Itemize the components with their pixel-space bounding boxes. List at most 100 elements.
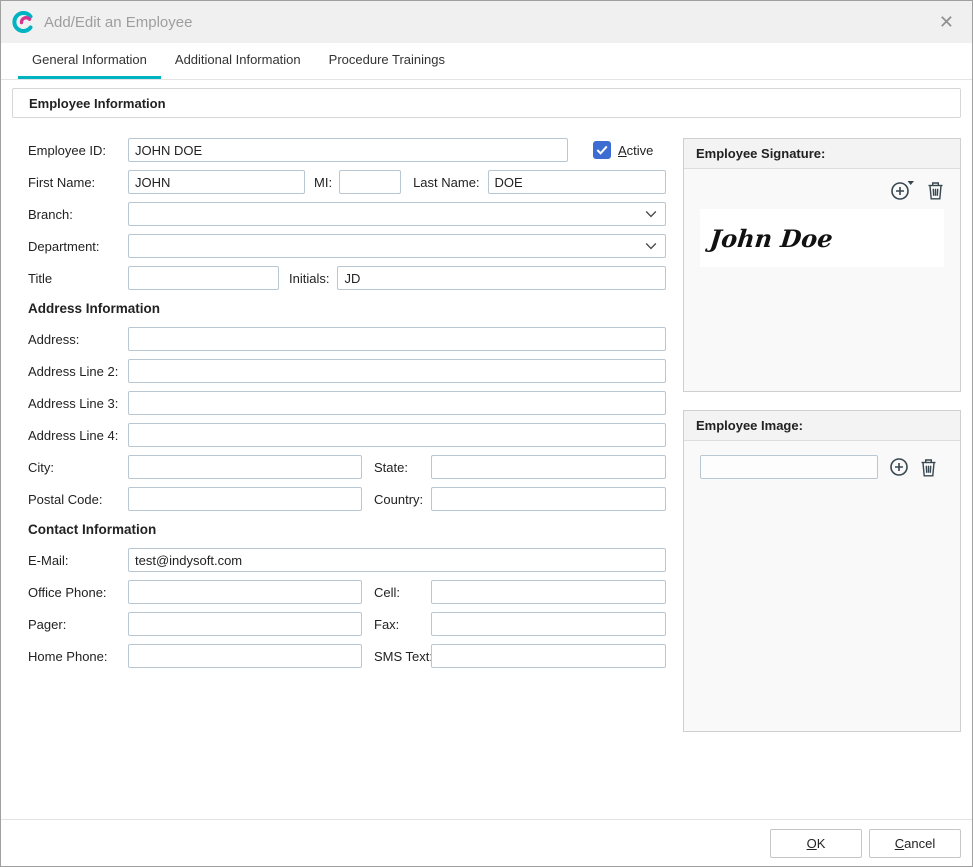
right-panels: Employee Signature: (683, 138, 961, 732)
employee-information-header: Employee Information (12, 88, 961, 118)
department-label: Department: (28, 239, 128, 254)
name-row: First Name: MI: Last Name: (28, 170, 666, 194)
initials-input[interactable] (337, 266, 666, 290)
branch-row: Branch: (28, 202, 666, 226)
pager-input[interactable] (128, 612, 362, 636)
state-label: State: (374, 460, 431, 475)
signature-display-area: John Doe (700, 209, 944, 267)
state-input[interactable] (431, 455, 666, 479)
title-input[interactable] (128, 266, 279, 290)
image-filename-input[interactable] (700, 455, 878, 479)
city-state-row: City: State: (28, 455, 666, 479)
active-label: Active (618, 143, 653, 158)
address2-row: Address Line 2: (28, 359, 666, 383)
image-toolbar (684, 441, 960, 479)
ok-button[interactable]: OK (770, 829, 862, 858)
signature-text: John Doe (708, 224, 834, 253)
branch-label: Branch: (28, 207, 128, 222)
title-bar: Add/Edit an Employee ✕ (1, 1, 972, 43)
email-row: E-Mail: (28, 548, 666, 572)
employee-image-header: Employee Image: (684, 411, 960, 441)
address4-row: Address Line 4: (28, 423, 666, 447)
title-label: Title (28, 271, 128, 286)
address3-input[interactable] (128, 391, 666, 415)
cell-label: Cell: (374, 585, 431, 600)
first-name-label: First Name: (28, 175, 128, 190)
cell-input[interactable] (431, 580, 666, 604)
signature-toolbar (684, 169, 960, 201)
employee-id-label: Employee ID: (28, 143, 128, 158)
check-icon (596, 145, 608, 155)
close-icon[interactable]: ✕ (935, 11, 958, 33)
employee-form: Employee ID: Active First Name: MI: Last… (12, 138, 666, 732)
employee-signature-header: Employee Signature: (684, 139, 960, 169)
sms-text-input[interactable] (431, 644, 666, 668)
employee-id-row: Employee ID: Active (28, 138, 666, 162)
address-information-header: Address Information (28, 301, 666, 316)
city-label: City: (28, 460, 128, 475)
country-label: Country: (374, 492, 431, 507)
tab-general-information[interactable]: General Information (18, 43, 161, 79)
first-name-input[interactable] (128, 170, 305, 194)
email-label: E-Mail: (28, 553, 128, 568)
fax-input[interactable] (431, 612, 666, 636)
dialog-footer: OK Cancel (1, 819, 972, 866)
postal-code-input[interactable] (128, 487, 362, 511)
address2-input[interactable] (128, 359, 666, 383)
mi-label: MI: (314, 175, 332, 190)
plus-circle-icon (889, 457, 909, 477)
last-name-input[interactable] (488, 170, 666, 194)
address-row: Address: (28, 327, 666, 351)
sms-text-label: SMS Text: (374, 649, 431, 664)
chevron-down-icon (645, 242, 657, 250)
pager-fax-row: Pager: Fax: (28, 612, 666, 636)
window-title: Add/Edit an Employee (44, 14, 935, 31)
active-checkbox[interactable] (593, 141, 611, 159)
address3-label: Address Line 3: (28, 396, 128, 411)
mi-input[interactable] (339, 170, 401, 194)
employee-id-input[interactable] (128, 138, 568, 162)
office-phone-input[interactable] (128, 580, 362, 604)
address2-label: Address Line 2: (28, 364, 128, 379)
employee-image-panel: Employee Image: (683, 410, 961, 732)
postal-code-label: Postal Code: (28, 492, 128, 507)
department-row: Department: (28, 234, 666, 258)
city-input[interactable] (128, 455, 362, 479)
home-sms-row: Home Phone: SMS Text: (28, 644, 666, 668)
last-name-label: Last Name: (413, 175, 479, 190)
office-cell-row: Office Phone: Cell: (28, 580, 666, 604)
cancel-button[interactable]: Cancel (869, 829, 961, 858)
add-image-button[interactable] (889, 457, 909, 477)
email-input[interactable] (128, 548, 666, 572)
branch-select[interactable] (128, 202, 666, 226)
address4-input[interactable] (128, 423, 666, 447)
trash-icon (927, 181, 944, 200)
add-edit-employee-dialog: Add/Edit an Employee ✕ General Informati… (0, 0, 973, 867)
trash-icon (920, 458, 937, 477)
address3-row: Address Line 3: (28, 391, 666, 415)
country-input[interactable] (431, 487, 666, 511)
plus-circle-dropdown-icon (890, 179, 915, 201)
department-select[interactable] (128, 234, 666, 258)
contact-information-header: Contact Information (28, 522, 666, 537)
delete-image-button[interactable] (920, 458, 937, 477)
title-row: Title Initials: (28, 266, 666, 290)
office-phone-label: Office Phone: (28, 585, 128, 600)
pager-label: Pager: (28, 617, 128, 632)
add-signature-button[interactable] (890, 179, 915, 201)
active-check-group: Active (593, 141, 653, 159)
fax-label: Fax: (374, 617, 431, 632)
employee-signature-panel: Employee Signature: (683, 138, 961, 392)
delete-signature-button[interactable] (927, 181, 944, 200)
tab-additional-information[interactable]: Additional Information (161, 43, 315, 79)
tab-bar: General Information Additional Informati… (1, 43, 972, 80)
chevron-down-icon (645, 210, 657, 218)
home-phone-input[interactable] (128, 644, 362, 668)
home-phone-label: Home Phone: (28, 649, 128, 664)
address-input[interactable] (128, 327, 666, 351)
initials-label: Initials: (289, 271, 329, 286)
app-logo-icon (11, 10, 35, 34)
tab-procedure-trainings[interactable]: Procedure Trainings (315, 43, 459, 79)
postal-country-row: Postal Code: Country: (28, 487, 666, 511)
address4-label: Address Line 4: (28, 428, 128, 443)
